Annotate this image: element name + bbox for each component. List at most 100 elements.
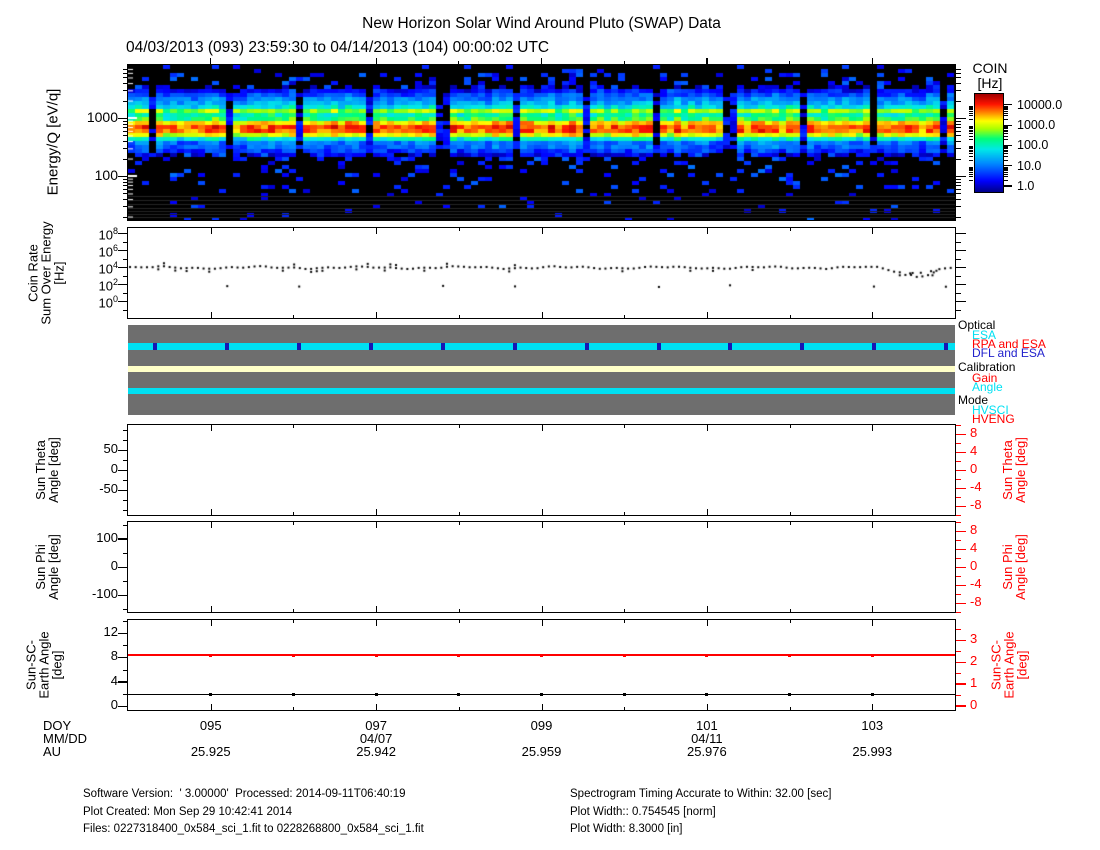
x-tick [211, 522, 212, 528]
axis-tick [1004, 174, 1008, 175]
axis-tick [956, 293, 961, 294]
axis-tick [956, 148, 961, 149]
sun-phi-right-ylabel: Sun Phi Angle [deg] [1001, 534, 1027, 600]
sun-theta-ylabel: Sun Theta Angle [deg] [34, 437, 60, 503]
spectrogram-canvas [128, 65, 955, 220]
tick-label: 0 [970, 698, 998, 712]
x-minor-tick [293, 707, 294, 710]
axis-tick [123, 185, 128, 186]
axis-tick [956, 90, 961, 91]
x-tick [376, 312, 377, 318]
axis-tick [1004, 107, 1008, 108]
axis-tick [956, 189, 961, 190]
tick-label: 100 [70, 292, 118, 310]
axis-tick [123, 217, 128, 218]
colorbar [974, 93, 1004, 193]
axis-tick [956, 479, 961, 480]
plot-title: New Horizon Solar Wind Around Pluto (SWA… [128, 15, 955, 33]
axis-tick [123, 694, 128, 695]
x-minor-tick [293, 425, 294, 428]
legend-angle: Angle [972, 381, 1003, 393]
axis-tick [956, 193, 961, 194]
red-line-marker [705, 654, 708, 657]
axis-tick [956, 135, 961, 136]
x-minor-tick [790, 512, 791, 515]
axis-tick [956, 176, 966, 178]
axis-tick [123, 193, 128, 194]
axis-tick [1004, 168, 1008, 169]
footer-plot-width-in: Plot Width: 8.3000 [in] [570, 821, 683, 839]
x-minor-tick [790, 707, 791, 710]
x-minor-tick [459, 609, 460, 612]
black-line-marker [788, 693, 791, 696]
axis-tick [956, 73, 961, 74]
tick-label: 0 [66, 698, 118, 712]
x-tick [211, 425, 212, 431]
tick-label: 0 [66, 559, 118, 573]
axis-tick [956, 651, 961, 652]
x-tick [211, 606, 212, 612]
axis-tick [969, 156, 973, 157]
x-minor-tick [624, 512, 625, 515]
x-tick [211, 312, 212, 318]
sun-phi-ylabel: Sun Phi Angle [deg] [34, 534, 60, 600]
axis-tick [123, 293, 128, 294]
axis-tick [1004, 139, 1008, 140]
axis-tick [969, 108, 973, 109]
axis-tick [956, 310, 961, 311]
calibration-stripe [128, 366, 955, 372]
axis-tick [118, 538, 128, 540]
axis-tick [956, 141, 961, 142]
axis-tick [118, 301, 128, 303]
axis-tick [123, 276, 128, 277]
x-tick [211, 228, 212, 234]
axis-tick [956, 506, 966, 508]
x-tick [542, 704, 543, 710]
tick-label: 0 [970, 462, 998, 476]
plot-subtitle: 04/03/2013 (093) 23:59:30 to 04/14/2013 … [126, 39, 549, 57]
x-tick [872, 704, 873, 710]
axis-tick [1004, 115, 1008, 116]
axis-tick [123, 310, 128, 311]
axis-tick [118, 267, 128, 269]
axis-tick [123, 189, 128, 190]
tick-label: 108 [70, 224, 118, 242]
tick-label: -4 [970, 480, 998, 494]
axis-tick [1004, 148, 1008, 149]
axis-tick [956, 118, 966, 120]
axis-tick [1004, 150, 1008, 151]
axis-tick [118, 706, 128, 708]
axis-tick [956, 461, 961, 462]
axis-tick [123, 90, 128, 91]
legend-hveng: HVENG [972, 413, 1015, 425]
axis-tick [118, 284, 128, 286]
optical-gap-tick [369, 343, 373, 350]
axis-tick [1004, 170, 1008, 171]
tick-label: 0 [66, 462, 118, 476]
axis-tick [123, 182, 128, 183]
x-tick [542, 509, 543, 515]
axis-tick [956, 121, 961, 122]
axis-tick [123, 259, 128, 260]
axis-tick [123, 141, 128, 142]
sun-theta-right-ylabel: Sun Theta Angle [deg] [1001, 437, 1027, 503]
axis-tick [969, 146, 973, 147]
axis-tick [872, 58, 873, 65]
x-minor-tick [459, 228, 460, 231]
axis-tick [956, 159, 961, 160]
axis-tick [969, 111, 973, 112]
axis-tick [1004, 119, 1008, 120]
axis-tick [123, 179, 128, 180]
x-tick [707, 620, 708, 626]
exponent: 6 [113, 243, 118, 253]
x-minor-tick [790, 609, 791, 612]
x-tick [376, 606, 377, 612]
axis-tick [956, 585, 966, 587]
footer-plot-width-norm: Plot Width:: 0.754545 [norm] [570, 804, 716, 822]
axis-tick [956, 233, 966, 235]
axis-tick [956, 182, 961, 183]
black-line-marker [871, 693, 874, 696]
black-line-marker [540, 693, 543, 696]
x-tick [542, 620, 543, 626]
footer-timing-accuracy: Spectrogram Timing Accurate to Within: 3… [570, 786, 831, 804]
